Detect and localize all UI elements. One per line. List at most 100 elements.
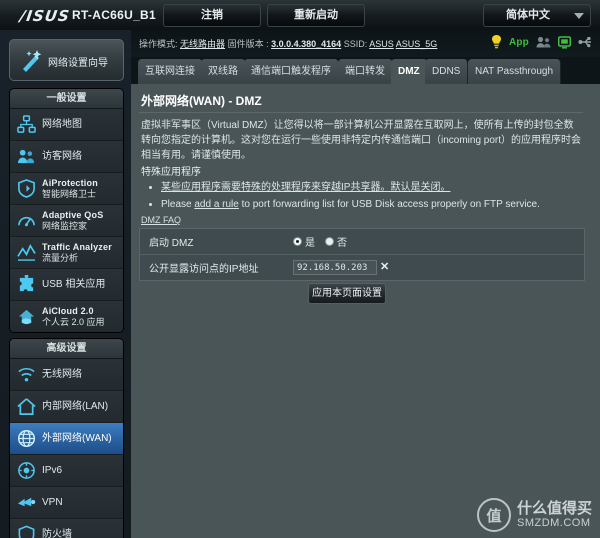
watermark: 值 什么值得买 SMZDM.COM — [476, 498, 592, 532]
router-model-name: RT-AC66U_B1 — [72, 8, 156, 22]
list-item: 某些应用程序需要特殊的处理程序来穿越IP共享器。默认是关闭。 — [161, 180, 597, 196]
sidebar-item-aiprotection[interactable]: AiProtection 智能网络卫士 — [10, 173, 123, 205]
language-selector[interactable]: 简体中文 — [483, 4, 591, 27]
logout-button[interactable]: 注销 — [163, 4, 261, 27]
ssid-label: SSID: — [343, 39, 368, 49]
gauge-icon — [18, 216, 35, 227]
reboot-button[interactable]: 重新启动 — [267, 4, 365, 27]
sidebar-item-label: 个人云 2.0 应用 — [42, 316, 105, 327]
exposed-station-ip-input[interactable] — [293, 260, 377, 275]
sidebar-item-label: 网络监控家 — [42, 220, 88, 231]
close-icon[interactable]: ✕ — [380, 262, 389, 273]
list-item: Please add a rule to port forwarding lis… — [161, 197, 597, 213]
sidebar-item-firewall[interactable]: 防火墙 — [10, 519, 123, 538]
asus-logo: /ISUS — [18, 7, 72, 25]
tab-dual-wan[interactable]: 双线路 — [201, 59, 246, 84]
globe-icon — [17, 429, 36, 448]
sidebar-item-label: VPN — [42, 496, 63, 508]
exposed-station-ip-label: 公开显露访问点的IP地址 — [149, 264, 259, 275]
network-map-icon — [17, 115, 36, 133]
ssid-24g-value[interactable]: ASUS — [369, 39, 394, 49]
network-setup-wizard-button[interactable]: 网络设置向导 — [9, 39, 124, 81]
home-icon — [17, 398, 36, 415]
vpn-icon — [17, 497, 36, 507]
status-info-strip: 操作模式: 无线路由器 固件版本 : 3.0.0.4.380_4164 SSID… — [131, 30, 600, 57]
sidebar-item-label-en: Traffic Analyzer — [42, 241, 112, 252]
enable-dmz-radio-yes[interactable]: 是 — [293, 234, 315, 249]
sidebar-item-ipv6[interactable]: IPv6 — [10, 455, 123, 487]
sidebar-group-advanced-heading: 高级设置 — [10, 339, 123, 359]
table-row: 启动 DMZ 是 否 — [140, 229, 584, 255]
enable-dmz-radio-no[interactable]: 否 — [325, 234, 347, 249]
operation-mode-value[interactable]: 无线路由器 — [180, 39, 225, 49]
wifi-icon — [18, 367, 35, 382]
top-bar: /ISUS RT-AC66U_B1 注销 重新启动 简体中文 — [0, 0, 600, 31]
dmz-settings-table: 启动 DMZ 是 否 公开显露访问点的IP地址 ✕ — [139, 228, 585, 281]
cloud-icon — [18, 309, 35, 325]
tab-port-forwarding[interactable]: 端口转发 — [338, 59, 393, 84]
dmz-faq-link[interactable]: DMZ FAQ — [141, 215, 181, 225]
note-text-1: 某些应用程序需要特殊的处理程序来穿越IP共享器。默认是关闭。 — [161, 182, 451, 193]
operation-mode-label: 操作模式: — [139, 39, 178, 49]
sidebar-item-label: USB 相关应用 — [42, 278, 106, 290]
sidebar-item-network-map[interactable]: 网络地图 — [10, 109, 123, 141]
ipv6-icon — [18, 462, 35, 479]
content-panel: 外部网络(WAN) - DMZ 虚拟非军事区（Virtual DMZ）让您得以将… — [131, 84, 600, 538]
sidebar-group-general-heading: 一般设置 — [10, 89, 123, 109]
apply-settings-button[interactable]: 应用本页面设置 — [308, 283, 386, 304]
tab-nat-passthrough[interactable]: NAT Passthrough — [468, 59, 562, 84]
tab-port-trigger[interactable]: 通信端口触发程序 — [244, 59, 339, 84]
chart-icon — [17, 244, 36, 261]
radio-label-yes: 是 — [305, 238, 315, 249]
sidebar-item-lan[interactable]: 内部网络(LAN) — [10, 391, 123, 423]
note-text-2-post: to port forwarding list for USB Disk acc… — [238, 199, 540, 210]
lightbulb-icon[interactable] — [491, 35, 502, 49]
sidebar-item-label: 网络地图 — [42, 118, 82, 130]
notes-list: 某些应用程序需要特殊的处理程序来穿越IP共享器。默认是关闭。 Please ad… — [147, 180, 597, 214]
ssid-5g-value[interactable]: ASUS_5G — [396, 39, 438, 49]
sidebar-item-label: 内部网络(LAN) — [42, 400, 109, 412]
add-a-rule-link[interactable]: add a rule — [194, 199, 238, 210]
watermark-title: 什么值得买 — [516, 499, 592, 517]
sidebar-item-adaptive-qos[interactable]: Adaptive QoS 网络监控家 — [10, 205, 123, 237]
sidebar-item-label-en: AiProtection — [42, 177, 98, 188]
sidebar-item-vpn[interactable]: VPN — [10, 487, 123, 519]
exposed-station-ip-field: ✕ — [293, 260, 584, 275]
radio-icon-checked — [293, 237, 302, 246]
tab-ddns[interactable]: DDNS — [425, 59, 469, 84]
enable-dmz-field: 是 否 — [293, 234, 584, 249]
sidebar-item-wireless[interactable]: 无线网络 — [10, 359, 123, 391]
sidebar-item-label: 流量分析 — [42, 252, 79, 263]
sidebar-item-wan[interactable]: 外部网络(WAN) — [10, 423, 123, 455]
tab-bar: 互联网连接 双线路 通信端口触发程序 端口转发 DMZ DDNS NAT Pas… — [131, 57, 600, 84]
guest-network-icon — [17, 149, 35, 164]
watermark-logo-icon: 值 — [476, 498, 511, 532]
clients-icon[interactable] — [536, 36, 551, 48]
tab-dmz[interactable]: DMZ — [391, 59, 428, 84]
shield-lock-icon — [18, 179, 35, 198]
sidebar-group-general: 一般设置 网络地图 访客网络 AiProtection 智能网络卫士 Adapt… — [9, 88, 124, 333]
tab-internet-connection[interactable]: 互联网连接 — [138, 59, 203, 84]
sidebar-item-label: 访客网络 — [42, 150, 82, 162]
sidebar-item-guest-network[interactable]: 访客网络 — [10, 141, 123, 173]
magic-wand-icon — [23, 50, 42, 72]
sidebar-item-aicloud[interactable]: AiCloud 2.0 个人云 2.0 应用 — [10, 301, 123, 332]
firewall-shield-icon — [18, 525, 35, 538]
monitor-icon[interactable] — [558, 35, 571, 49]
app-label[interactable]: App — [509, 37, 529, 48]
special-applications-heading: 特殊应用程序 — [141, 167, 201, 178]
sidebar: 网络设置向导 一般设置 网络地图 访客网络 AiProtection 智能网络卫… — [0, 30, 132, 538]
sidebar-item-label: 防火墙 — [42, 528, 72, 538]
sidebar-item-traffic-analyzer[interactable]: Traffic Analyzer 流量分析 — [10, 237, 123, 269]
sidebar-item-label: IPv6 — [42, 464, 63, 476]
sidebar-item-label-en: AiCloud 2.0 — [42, 305, 94, 316]
radio-label-no: 否 — [337, 238, 347, 249]
firmware-version-value[interactable]: 3.0.0.4.380_4164 — [271, 39, 341, 49]
status-icon-tray: App — [491, 35, 592, 49]
sidebar-item-label: 智能网络卫士 — [42, 188, 97, 199]
usb-icon[interactable] — [578, 36, 592, 48]
wizard-label: 网络设置向导 — [48, 58, 108, 69]
sidebar-item-usb-application[interactable]: USB 相关应用 — [10, 269, 123, 301]
chevron-down-icon — [574, 13, 584, 19]
page-title: 外部网络(WAN) - DMZ — [141, 94, 262, 108]
